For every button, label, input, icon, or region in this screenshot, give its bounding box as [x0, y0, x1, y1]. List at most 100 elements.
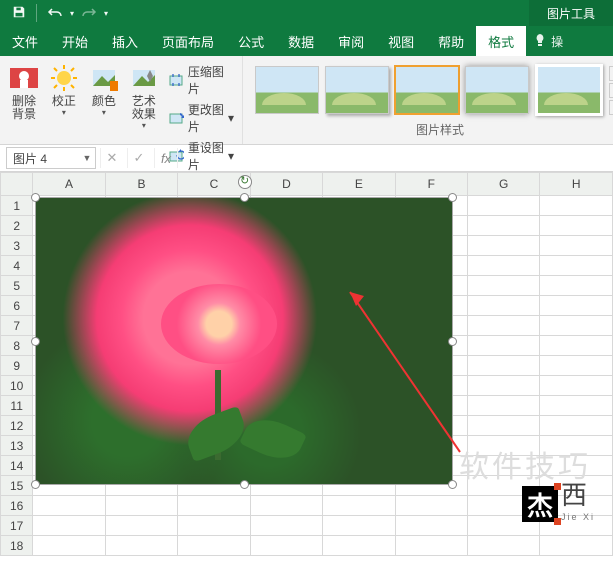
cell[interactable]: [467, 536, 539, 556]
cell[interactable]: [178, 536, 250, 556]
picture-style-1[interactable]: [255, 66, 319, 114]
row-header[interactable]: 1: [1, 196, 33, 216]
cell[interactable]: [540, 236, 613, 256]
tab-help[interactable]: 帮助: [426, 26, 476, 56]
cell[interactable]: [33, 496, 105, 516]
cell[interactable]: [395, 516, 467, 536]
row-header[interactable]: 3: [1, 236, 33, 256]
row-header[interactable]: 7: [1, 316, 33, 336]
col-header[interactable]: D: [250, 173, 322, 196]
cell[interactable]: [395, 536, 467, 556]
cell[interactable]: [467, 216, 539, 236]
cell[interactable]: [395, 496, 467, 516]
row-header[interactable]: 14: [1, 456, 33, 476]
compress-pictures-button[interactable]: 压缩图片: [166, 62, 236, 98]
row-header[interactable]: 11: [1, 396, 33, 416]
tab-review[interactable]: 审阅: [326, 26, 376, 56]
change-picture-button[interactable]: 更改图片 ▾: [166, 100, 236, 136]
row-header[interactable]: 17: [1, 516, 33, 536]
picture-style-3[interactable]: [395, 66, 459, 114]
color-button[interactable]: 颜色 ▾: [86, 60, 122, 117]
picture-style-5[interactable]: [535, 64, 603, 116]
col-header[interactable]: B: [105, 173, 177, 196]
cell[interactable]: [540, 336, 613, 356]
cell[interactable]: [540, 216, 613, 236]
col-header[interactable]: G: [467, 173, 539, 196]
cell[interactable]: [105, 536, 177, 556]
gallery-more-button[interactable]: ▾: [609, 100, 613, 115]
cell[interactable]: [178, 496, 250, 516]
col-header[interactable]: E: [323, 173, 395, 196]
cell[interactable]: [178, 516, 250, 536]
chevron-down-icon[interactable]: ▼: [79, 153, 95, 163]
row-header[interactable]: 6: [1, 296, 33, 316]
artistic-effects-button[interactable]: 艺术效果 ▾: [126, 60, 162, 130]
picture-style-2[interactable]: [325, 66, 389, 114]
undo-dropdown-icon[interactable]: ▾: [70, 9, 74, 18]
cell[interactable]: [105, 496, 177, 516]
remove-background-button[interactable]: 删除背景: [6, 60, 42, 121]
save-icon[interactable]: [12, 5, 26, 22]
row-header[interactable]: 2: [1, 216, 33, 236]
cell[interactable]: [323, 496, 395, 516]
row-header[interactable]: 5: [1, 276, 33, 296]
row-header[interactable]: 16: [1, 496, 33, 516]
cell[interactable]: [540, 396, 613, 416]
col-header[interactable]: H: [540, 173, 613, 196]
tell-me[interactable]: 操: [526, 26, 571, 56]
row-header[interactable]: 15: [1, 476, 33, 496]
tab-file[interactable]: 文件: [0, 26, 50, 56]
resize-handle-l[interactable]: [31, 337, 40, 346]
cell[interactable]: [250, 536, 322, 556]
resize-handle-bl[interactable]: [31, 480, 40, 489]
qat-customize-icon[interactable]: ▾: [104, 9, 108, 18]
resize-handle-t[interactable]: [240, 193, 249, 202]
cell[interactable]: [540, 416, 613, 436]
gallery-down-button[interactable]: ▾: [609, 83, 613, 98]
tab-insert[interactable]: 插入: [100, 26, 150, 56]
tab-format[interactable]: 格式: [476, 26, 526, 56]
tab-layout[interactable]: 页面布局: [150, 26, 226, 56]
cell[interactable]: [467, 236, 539, 256]
cell[interactable]: [323, 536, 395, 556]
tab-home[interactable]: 开始: [50, 26, 100, 56]
row-header[interactable]: 4: [1, 256, 33, 276]
cell[interactable]: [540, 376, 613, 396]
resize-handle-tr[interactable]: [448, 193, 457, 202]
name-box[interactable]: 图片 4 ▼: [6, 147, 96, 169]
tab-formula[interactable]: 公式: [226, 26, 276, 56]
cell[interactable]: [467, 196, 539, 216]
fx-icon[interactable]: fx: [154, 148, 177, 168]
cell[interactable]: [250, 496, 322, 516]
cell[interactable]: [540, 356, 613, 376]
confirm-icon[interactable]: ✓: [127, 148, 150, 168]
row-header[interactable]: 9: [1, 356, 33, 376]
cell[interactable]: [540, 296, 613, 316]
cancel-icon[interactable]: ✕: [100, 148, 123, 168]
cell[interactable]: [250, 516, 322, 536]
redo-icon[interactable]: [81, 6, 97, 21]
tab-view[interactable]: 视图: [376, 26, 426, 56]
rotate-handle[interactable]: [238, 175, 252, 189]
select-all-corner[interactable]: [1, 173, 33, 196]
cell[interactable]: [323, 516, 395, 536]
row-header[interactable]: 13: [1, 436, 33, 456]
cell[interactable]: [540, 196, 613, 216]
row-header[interactable]: 18: [1, 536, 33, 556]
cell[interactable]: [33, 536, 105, 556]
picture-style-4[interactable]: [465, 66, 529, 114]
row-header[interactable]: 10: [1, 376, 33, 396]
cell[interactable]: [540, 316, 613, 336]
row-header[interactable]: 8: [1, 336, 33, 356]
formula-bar-input[interactable]: [177, 148, 613, 168]
cell[interactable]: [33, 516, 105, 536]
resize-handle-tl[interactable]: [31, 193, 40, 202]
cell[interactable]: [540, 536, 613, 556]
row-header[interactable]: 12: [1, 416, 33, 436]
cell[interactable]: [105, 516, 177, 536]
undo-icon[interactable]: [47, 6, 63, 21]
col-header[interactable]: A: [33, 173, 105, 196]
resize-handle-b[interactable]: [240, 480, 249, 489]
resize-handle-br[interactable]: [448, 480, 457, 489]
gallery-up-button[interactable]: ▴: [609, 66, 613, 81]
